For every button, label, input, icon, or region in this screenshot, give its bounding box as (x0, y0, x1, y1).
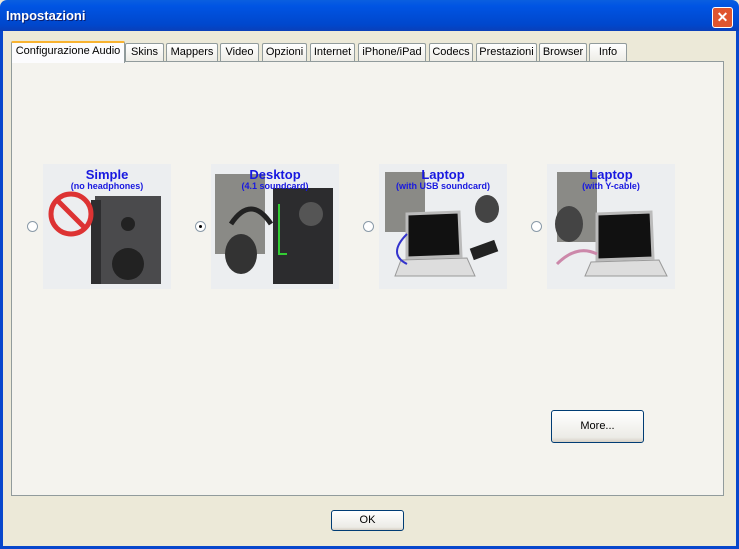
tab-codecs[interactable]: Codecs (429, 43, 473, 62)
option-laptop-ycable-image[interactable]: Laptop (with Y-cable) (547, 164, 675, 289)
radio-simple[interactable] (27, 221, 38, 232)
option-simple-image[interactable]: Simple (no headphones) (43, 164, 171, 289)
option-title: Laptop (589, 167, 633, 182)
option-laptop-usb-image[interactable]: Laptop (with USB soundcard) (379, 164, 507, 289)
option-title: Laptop (421, 167, 465, 182)
option-desktop-image[interactable]: Desktop (4.1 soundcard) (211, 164, 339, 289)
tab-info[interactable]: Info (589, 43, 627, 62)
more-button[interactable]: More... (551, 410, 644, 443)
radio-laptop-usb[interactable] (363, 221, 374, 232)
tab-prestazioni[interactable]: Prestazioni (476, 43, 537, 62)
title-bar: Impostazioni ✕ (0, 0, 739, 31)
ok-button[interactable]: OK (331, 510, 404, 531)
tab-skins[interactable]: Skins (125, 43, 164, 62)
tab-mappers[interactable]: Mappers (166, 43, 218, 62)
option-title: Desktop (249, 167, 301, 182)
radio-desktop[interactable] (195, 221, 206, 232)
tab-video[interactable]: Video (220, 43, 259, 62)
tab-browser[interactable]: Browser (539, 43, 587, 62)
radio-laptop-ycable[interactable] (531, 221, 542, 232)
option-subtitle: (4.1 soundcard) (241, 181, 309, 191)
close-button[interactable]: ✕ (712, 7, 733, 28)
option-subtitle: (with USB soundcard) (396, 181, 490, 191)
option-subtitle: (with Y-cable) (582, 181, 640, 191)
tab-opzioni[interactable]: Opzioni (262, 43, 307, 62)
tab-configurazione-audio[interactable]: Configurazione Audio (11, 41, 125, 63)
option-title: Simple (85, 167, 129, 182)
tab-iphone-ipad[interactable]: iPhone/iPad (358, 43, 426, 62)
option-subtitle: (no headphones) (70, 181, 144, 191)
window-title: Impostazioni (6, 8, 86, 23)
tab-internet[interactable]: Internet (310, 43, 355, 62)
